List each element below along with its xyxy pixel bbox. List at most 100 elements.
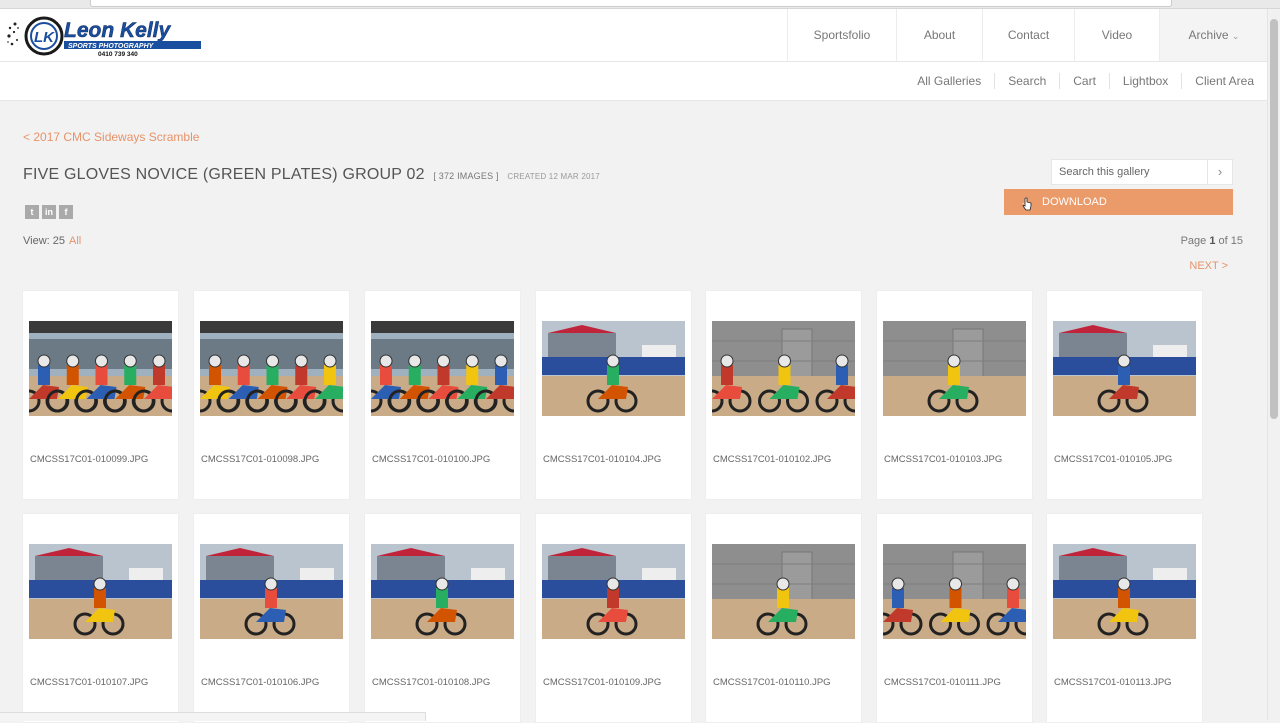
thumbnail-filename: CMCSS17C01-010099.JPG — [30, 454, 149, 465]
subnav-client-area[interactable]: Client Area — [1195, 74, 1254, 88]
thumbnail-filename: CMCSS17C01-010104.JPG — [543, 454, 662, 465]
thumbnail-card[interactable]: CMCSS17C01-010111.JPG — [876, 513, 1033, 723]
page-suffix: of 15 — [1218, 235, 1243, 247]
thumbnail-filename: CMCSS17C01-010106.JPG — [201, 677, 320, 688]
nav-contact[interactable]: Contact — [982, 9, 1074, 61]
thumbnail-filename: CMCSS17C01-010113.JPG — [1054, 677, 1172, 688]
page-prefix: Page — [1180, 235, 1207, 247]
view-count-label: View: 25 — [23, 235, 65, 247]
thumbnail-card[interactable]: CMCSS17C01-010099.JPG — [22, 290, 179, 500]
thumbnail-image[interactable] — [712, 544, 855, 639]
thumbnail-card[interactable]: CMCSS17C01-010109.JPG — [535, 513, 692, 723]
search-submit-icon[interactable]: › — [1207, 160, 1232, 184]
thumbnail-card[interactable]: CMCSS17C01-010108.JPG — [364, 513, 521, 723]
thumbnail-image[interactable] — [542, 321, 685, 416]
thumbnail-card[interactable]: CMCSS17C01-010107.JPG — [22, 513, 179, 723]
nav-sportsfolio[interactable]: Sportsfolio — [787, 9, 896, 61]
thumbnail-filename: CMCSS17C01-010102.JPG — [713, 454, 832, 465]
thumbnail-filename: CMCSS17C01-010109.JPG — [543, 677, 662, 688]
page-current: 1 — [1209, 235, 1216, 247]
subnav-search[interactable]: Search — [1008, 74, 1046, 88]
thumbnail-filename: CMCSS17C01-010107.JPG — [30, 677, 149, 688]
thumbnail-image[interactable] — [1053, 321, 1196, 416]
thumbnail-photo — [371, 321, 514, 416]
thumbnail-image[interactable] — [542, 544, 685, 639]
divider — [1181, 73, 1183, 89]
thumbnail-image[interactable] — [29, 544, 172, 639]
thumbnail-photo — [200, 544, 343, 639]
created-date: CREATED 12 MAR 2017 — [507, 172, 600, 181]
site-header: LK Leon Kelly SPORTS PHOTOGRAPHY 0410 73… — [0, 9, 1268, 62]
thumbnail-image[interactable] — [712, 321, 855, 416]
social-share: t in f — [25, 205, 73, 219]
thumbnail-card[interactable]: CMCSS17C01-010098.JPG — [193, 290, 350, 500]
thumbnail-filename: CMCSS17C01-010110.JPG — [713, 677, 831, 688]
scrollbar-thumb[interactable] — [1270, 19, 1278, 419]
divider — [1108, 73, 1110, 89]
thumbnail-photo — [29, 544, 172, 639]
thumbnail-photo — [29, 321, 172, 416]
thumbnail-image[interactable] — [29, 321, 172, 416]
sub-nav: All Galleries Search Cart Lightbox Clien… — [0, 62, 1268, 101]
thumbnail-image[interactable] — [1053, 544, 1196, 639]
thumbnail-filename: CMCSS17C01-010100.JPG — [372, 454, 491, 465]
thumbnail-card[interactable]: CMCSS17C01-010100.JPG — [364, 290, 521, 500]
thumbnail-card[interactable]: CMCSS17C01-010103.JPG — [876, 290, 1033, 500]
subnav-cart[interactable]: Cart — [1073, 74, 1096, 88]
subnav-all-galleries[interactable]: All Galleries — [917, 74, 981, 88]
thumbnail-card[interactable]: CMCSS17C01-010104.JPG — [535, 290, 692, 500]
site-logo[interactable]: LK Leon Kelly SPORTS PHOTOGRAPHY 0410 73… — [6, 14, 206, 58]
nav-archive-label: Archive — [1188, 28, 1229, 42]
thumbnail-image[interactable] — [371, 544, 514, 639]
divider — [994, 73, 996, 89]
gallery-search: › — [1051, 159, 1233, 185]
view-control: View: 25 All — [23, 235, 81, 247]
thumbnail-card[interactable]: CMCSS17C01-010113.JPG — [1046, 513, 1203, 723]
thumbnail-image[interactable] — [883, 544, 1026, 639]
thumbnail-photo — [883, 321, 1026, 416]
breadcrumb-parent-gallery[interactable]: < 2017 CMC Sideways Scramble — [23, 130, 199, 144]
page-indicator: Page 1 of 15 — [1181, 235, 1243, 247]
download-button[interactable]: ⇣ DOWNLOAD — [1004, 189, 1233, 215]
thumbnail-image[interactable] — [371, 321, 514, 416]
logo-phone: 0410 739 340 — [98, 51, 138, 58]
thumbnail-image[interactable] — [200, 321, 343, 416]
nav-about[interactable]: About — [896, 9, 982, 61]
download-label: DOWNLOAD — [1042, 196, 1107, 208]
thumbnail-image[interactable] — [200, 544, 343, 639]
logo-tagline: SPORTS PHOTOGRAPHY — [68, 43, 155, 50]
thumbnail-photo — [200, 321, 343, 416]
view-all-link[interactable]: All — [69, 235, 81, 247]
search-input[interactable] — [1059, 163, 1199, 181]
thumbnail-photo — [542, 544, 685, 639]
chevron-down-icon: ⌄ — [1231, 31, 1240, 41]
twitter-icon[interactable]: t — [25, 205, 39, 219]
thumbnail-filename: CMCSS17C01-010098.JPG — [201, 454, 320, 465]
mouse-cursor-icon — [1022, 197, 1032, 211]
thumbnail-card[interactable]: CMCSS17C01-010106.JPG — [193, 513, 350, 723]
facebook-icon[interactable]: f — [59, 205, 73, 219]
thumbnail-card[interactable]: CMCSS17C01-010102.JPG — [705, 290, 862, 500]
main-nav: Sportsfolio About Contact Video Archive … — [787, 9, 1268, 61]
page-scrollbar[interactable] — [1267, 9, 1280, 720]
thumbnail-card[interactable]: CMCSS17C01-010105.JPG — [1046, 290, 1203, 500]
thumbnail-photo — [1053, 321, 1196, 416]
thumbnail-photo — [542, 321, 685, 416]
thumbnail-photo — [712, 321, 855, 416]
divider — [1059, 73, 1061, 89]
thumbnail-photo — [371, 544, 514, 639]
thumbnail-filename: CMCSS17C01-010111.JPG — [884, 677, 1001, 688]
thumbnail-filename: CMCSS17C01-010103.JPG — [884, 454, 1003, 465]
linkedin-icon[interactable]: in — [42, 205, 56, 219]
gallery-title-row: FIVE GLOVES NOVICE (GREEN PLATES) GROUP … — [23, 166, 600, 184]
subnav-lightbox[interactable]: Lightbox — [1123, 74, 1168, 88]
next-page-link[interactable]: NEXT > — [1189, 260, 1228, 272]
nav-video[interactable]: Video — [1074, 9, 1159, 61]
logo-name: Leon Kelly — [64, 19, 172, 42]
nav-archive[interactable]: Archive ⌄ — [1159, 9, 1268, 61]
thumbnail-card[interactable]: CMCSS17C01-010110.JPG — [705, 513, 862, 723]
address-bar[interactable] — [90, 0, 1172, 7]
thumbnail-image[interactable] — [883, 321, 1026, 416]
browser-address-strip — [0, 0, 1280, 9]
thumbnail-photo — [883, 544, 1026, 639]
